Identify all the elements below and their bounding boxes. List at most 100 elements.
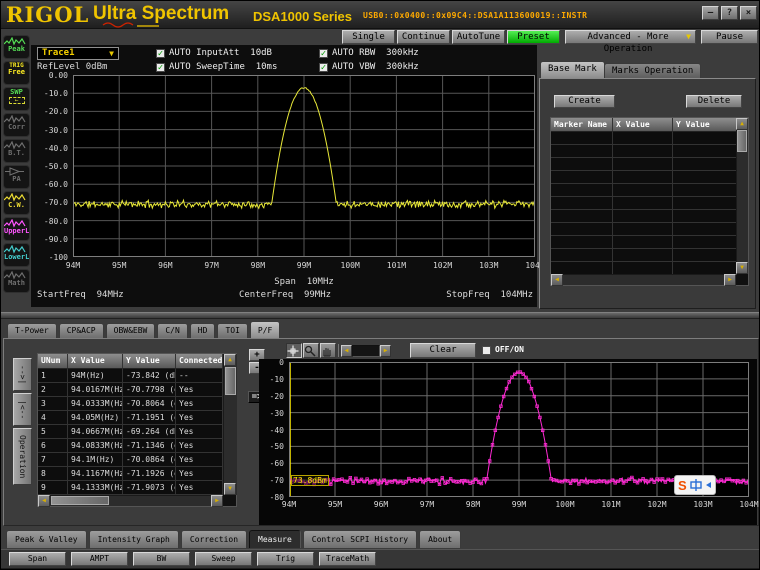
pan-tool-button[interactable] — [320, 343, 336, 358]
side-tool-arrow-1[interactable]: |<-- — [13, 393, 32, 426]
auto-checkbox-auto-rbw[interactable]: ✓AUTO RBW 300kHz — [319, 48, 419, 58]
scroll-right-icon[interactable]: ▶ — [211, 495, 223, 507]
help-button[interactable]: ? — [721, 6, 738, 20]
preset-button[interactable]: Preset — [507, 30, 560, 44]
tab-base-mark[interactable]: Base Mark — [540, 61, 605, 78]
x-tick-label: 96M — [364, 500, 398, 509]
scroll-right-icon[interactable]: ▶ — [724, 274, 736, 286]
pf-table-row[interactable]: 794.1M(Hz)-70.0864 (dBYes — [38, 453, 223, 467]
scroll-up-icon[interactable]: ▲ — [224, 354, 236, 366]
pf-table-row[interactable]: 394.0333M(Hz-70.8064 (dBYes — [38, 397, 223, 411]
measure-tab-obw-ebw[interactable]: OBW&EBW — [106, 323, 156, 338]
spinner-right-icon[interactable]: ▶ — [380, 345, 391, 357]
delete-marker-button[interactable]: Delete — [686, 95, 742, 108]
continue-button[interactable]: Continue — [397, 30, 450, 44]
pf-table-row[interactable]: 594.0667M(Hz-69.264 (dBmYes — [38, 425, 223, 439]
pf-table-row[interactable]: 294.0167M(Hz-70.7798 (dBYes — [38, 383, 223, 397]
toolbar-divider — [338, 344, 339, 357]
sidebar-item-cw[interactable]: C.W. — [3, 191, 30, 215]
bottom-tab-measure[interactable]: Measure — [249, 530, 301, 548]
scroll-up-icon[interactable]: ▲ — [736, 118, 748, 130]
pf-table-row[interactable]: 694.0833M(Hz-71.1346 (dBYes — [38, 439, 223, 453]
autotune-button[interactable]: AutoTune — [452, 30, 505, 44]
bottom-tab-peak-valley[interactable]: Peak & Valley — [6, 530, 87, 548]
function-button-bw[interactable]: BW — [133, 552, 190, 566]
checkbox-icon[interactable]: ✓ — [319, 49, 328, 58]
bottom-tab-correction[interactable]: Correction — [181, 530, 247, 548]
scroll-left-icon[interactable]: ◀ — [38, 495, 50, 507]
tab-marks-operation[interactable]: Marks Operation — [604, 63, 701, 78]
close-button[interactable]: × — [740, 6, 757, 20]
spinner-left-icon[interactable]: ◀ — [341, 345, 352, 357]
column-header[interactable]: Y Value — [673, 118, 737, 132]
sidebar-item-peak[interactable]: Peak — [3, 35, 30, 59]
side-tool-arrow-0[interactable]: -->| — [13, 358, 32, 391]
function-button-ampt[interactable]: AMPT — [71, 552, 128, 566]
advanced-dropdown[interactable]: Advanced - More Operation ▼ — [565, 30, 696, 44]
bottom-tab-intensity-graph[interactable]: Intensity Graph — [89, 530, 179, 548]
sidebar-item-swp[interactable]: SWP← — [3, 87, 30, 111]
trace-select[interactable]: Trace1 ▼ — [37, 47, 119, 60]
marker-table-row[interactable] — [551, 236, 737, 249]
marker-table-row[interactable] — [551, 197, 737, 210]
marker-table-row[interactable] — [551, 158, 737, 171]
auto-checkbox-auto-inputatt[interactable]: ✓AUTO InputAtt 10dB — [156, 48, 272, 58]
bottom-tab-about[interactable]: About — [419, 530, 461, 548]
column-header[interactable]: Y Value — [123, 354, 176, 369]
pf-table-row[interactable]: 194M(Hz)-73.842 (dBm-- — [38, 369, 223, 383]
zoom-select-tool-button[interactable] — [303, 343, 319, 358]
sidebar-item-upperl[interactable]: UpperL — [3, 217, 30, 241]
marker-table-vscrollbar[interactable]: ▲ ▼ — [736, 118, 748, 274]
minimize-button[interactable]: – — [702, 6, 719, 20]
marker-table-row[interactable] — [551, 210, 737, 223]
measure-tab-c-n[interactable]: C/N — [157, 323, 187, 338]
function-button-span[interactable]: Span — [9, 552, 66, 566]
checkbox-icon[interactable]: ✓ — [156, 63, 165, 72]
sidebar-item-lowerl[interactable]: LowerL — [3, 243, 30, 267]
function-button-tracemath[interactable]: TraceMath — [319, 552, 376, 566]
auto-checkbox-auto-vbw[interactable]: ✓AUTO VBW 300kHz — [319, 62, 419, 72]
column-header[interactable]: Connected — [176, 354, 223, 369]
checkbox-icon[interactable]: ✓ — [319, 63, 328, 72]
main-spectrum-plot[interactable] — [73, 75, 535, 257]
function-button-trig[interactable]: Trig — [257, 552, 314, 566]
scroll-down-icon[interactable]: ▼ — [736, 262, 748, 274]
pf-table-row[interactable]: 994.1333M(Hz-71.9073 (dBYes — [38, 481, 223, 495]
marker-table-row[interactable] — [551, 249, 737, 262]
scroll-down-icon[interactable]: ▼ — [224, 483, 236, 495]
marker-table-row[interactable] — [551, 223, 737, 236]
column-header[interactable]: X Value — [613, 118, 673, 132]
marker-table-hscrollbar[interactable]: ◀ ▶ — [551, 274, 736, 285]
crosshair-tool-button[interactable] — [286, 343, 302, 358]
column-header[interactable]: X Value — [68, 354, 123, 369]
measure-tab-toi[interactable]: TOI — [217, 323, 247, 338]
marker-table-row[interactable] — [551, 145, 737, 158]
measure-tab-cp-acp[interactable]: CP&ACP — [59, 323, 104, 338]
pause-button[interactable]: Pause — [701, 30, 758, 44]
pf-table-row[interactable]: 494.05M(Hz)-71.1951 (dBYes — [38, 411, 223, 425]
ime-indicator[interactable]: S — [674, 475, 716, 495]
marker-table-row[interactable] — [551, 171, 737, 184]
single-button[interactable]: Single — [342, 30, 395, 44]
pf-table-vscrollbar[interactable]: ▲ ▼ — [223, 354, 237, 495]
create-marker-button[interactable]: Create — [554, 95, 615, 108]
column-header[interactable]: Marker Name — [551, 118, 613, 132]
bottom-tab-control-scpi-history[interactable]: Control SCPI History — [303, 530, 417, 548]
marker-table-row[interactable] — [551, 184, 737, 197]
side-tool-operation[interactable]: Operation — [13, 428, 32, 485]
function-button-sweep[interactable]: Sweep — [195, 552, 252, 566]
sidebar-item-trig-free[interactable]: TRIGFree — [3, 61, 30, 85]
clear-button[interactable]: Clear — [410, 343, 476, 358]
onoff-checkbox[interactable] — [482, 346, 491, 355]
checkbox-icon[interactable]: ✓ — [156, 49, 165, 58]
pf-table-row[interactable]: 894.1167M(Hz-71.1926 (dBYes — [38, 467, 223, 481]
marker-table-row[interactable] — [551, 132, 737, 145]
scroll-left-icon[interactable]: ◀ — [551, 274, 563, 286]
auto-checkbox-auto-sweeptime[interactable]: ✓AUTO SweepTime 10ms — [156, 62, 277, 72]
column-header[interactable]: UNum — [38, 354, 68, 369]
pf-table-hscrollbar[interactable]: ◀ ▶ — [38, 495, 223, 506]
measure-tab-t-power[interactable]: T-Power — [7, 323, 57, 338]
marker-spinner-field[interactable] — [352, 345, 380, 357]
measure-tab-hd[interactable]: HD — [190, 323, 216, 338]
measure-tab-p-f[interactable]: P/F — [250, 321, 280, 338]
